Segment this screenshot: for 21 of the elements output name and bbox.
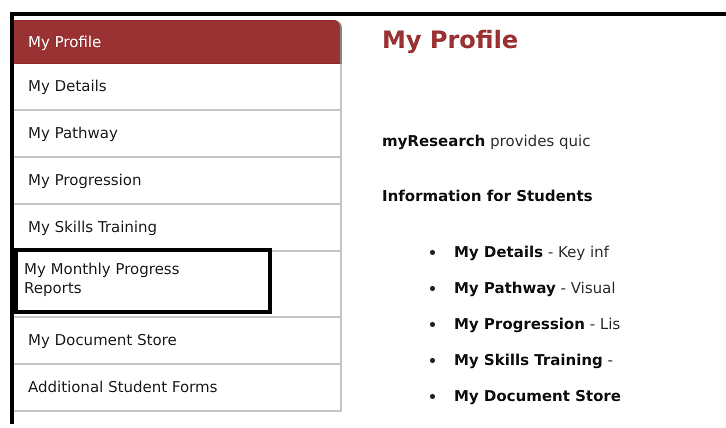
nav-item[interactable]: Additional Student Forms	[14, 365, 342, 412]
nav-item[interactable]: My Skills Training	[14, 205, 342, 252]
bullet-icon	[430, 286, 435, 291]
nav-item[interactable]: My Progression	[14, 158, 342, 205]
nav-item[interactable]: My Pathway	[14, 111, 342, 158]
page-title: My Profile	[382, 26, 518, 54]
list-item-text: My Skills Training -	[454, 351, 613, 370]
list-item-text: My Progression - Lis	[454, 315, 620, 334]
bullet-icon	[430, 250, 435, 255]
bullet-icon	[430, 394, 435, 399]
intro-text: myResearch provides quic	[382, 132, 592, 150]
list-item-text: My Pathway - Visual	[454, 279, 616, 298]
nav-header[interactable]: My Profile	[14, 20, 342, 64]
nav-item[interactable]: My Document Store	[14, 318, 342, 365]
bullet-icon	[430, 358, 435, 363]
list-item-text: My Details - Key inf	[454, 243, 609, 262]
section-heading: Information for Students	[382, 187, 593, 205]
nav-item[interactable]: My Details	[14, 64, 342, 111]
nav-item[interactable]: My Monthly Progress Reports	[14, 248, 272, 314]
bullet-icon	[430, 322, 435, 327]
list-item-text: My Document Store	[454, 387, 621, 406]
